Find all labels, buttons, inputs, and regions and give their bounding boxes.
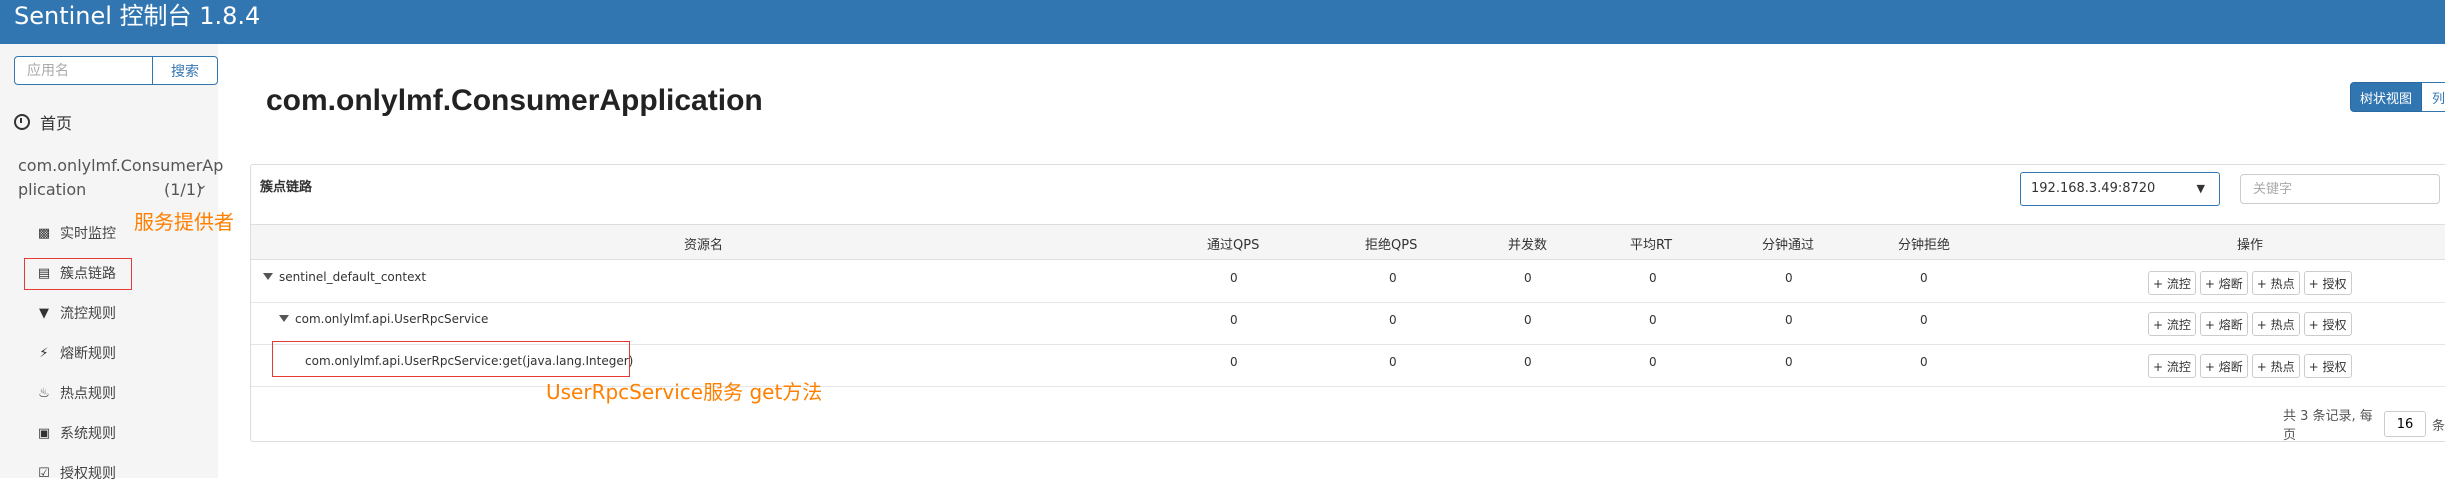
table-cell: 0 (1230, 271, 1238, 285)
bolt-icon: ⚡ (39, 345, 49, 361)
sidebar-item-home[interactable]: 首页 (14, 110, 72, 134)
chart-icon: ▩ (37, 225, 51, 241)
dashboard-icon (14, 114, 30, 130)
annotation-box-menu (24, 258, 132, 290)
table-cell: 0 (1524, 313, 1532, 327)
table-cell: 0 (1649, 355, 1657, 369)
table-cell: 0 (1230, 355, 1238, 369)
add-auth-rule-button[interactable]: + 授权 (2303, 354, 2352, 378)
table-cell: 0 (1524, 271, 1532, 285)
table-cell: 0 (1389, 271, 1397, 285)
sidebar-item-label: 授权规则 (60, 466, 116, 482)
table-cell: 0 (1230, 313, 1238, 327)
chevron-down-icon[interactable]: ⌄ (196, 177, 208, 193)
table-row-name: com.onlylmf.api.UserRpcService (279, 312, 488, 326)
list-view-button[interactable]: 列 (2422, 82, 2445, 112)
sidebar-item-label: 首页 (40, 114, 73, 133)
pager-suffix: 条 (2431, 418, 2445, 434)
column-header: 操作 (2237, 238, 2264, 253)
app-search: 搜索 (14, 56, 218, 85)
table-cell: 0 (1785, 271, 1793, 285)
page-title: com.onlylmf.ConsumerApplication (266, 84, 763, 117)
sidebar-item-label: 实时监控 (60, 226, 116, 242)
sidebar-item-realtime-monitor[interactable]: ▩ 实时监控 (34, 218, 116, 248)
lock-icon: ▣ (37, 425, 51, 441)
table-cell: 0 (1389, 355, 1397, 369)
add-hotspot-rule-button[interactable]: + 热点 (2251, 312, 2300, 336)
add-hotspot-rule-button[interactable]: + 热点 (2251, 271, 2300, 295)
caret-down-icon[interactable] (279, 315, 289, 322)
add-degrade-rule-button[interactable]: + 熔断 (2199, 354, 2248, 378)
check-icon: ☑ (38, 465, 50, 481)
machine-select[interactable]: 192.168.3.49:8720 ▼ (2020, 172, 2220, 206)
table-cell: 0 (1785, 313, 1793, 327)
table-cell: 0 (1920, 355, 1928, 369)
add-flow-rule-button[interactable]: + 流控 (2148, 354, 2196, 378)
add-degrade-rule-button[interactable]: + 熔断 (2199, 312, 2248, 336)
table-cell: 0 (1785, 355, 1793, 369)
annotation-box-method (272, 341, 630, 377)
table-cell: 0 (1920, 313, 1928, 327)
column-header: 拒绝QPS (1365, 238, 1418, 253)
filter-icon: ▼ (39, 305, 49, 321)
app-name[interactable]: com.onlylmf.ConsumerAp (18, 156, 223, 175)
app-title: Sentinel 控制台 1.8.4 (14, 2, 261, 30)
add-hotspot-rule-button[interactable]: + 热点 (2251, 354, 2300, 378)
column-header: 分钟拒绝 (1898, 238, 1951, 253)
sidebar-item-degrade-rules[interactable]: ⚡ 熔断规则 (34, 338, 116, 368)
row-ops: + 流控 + 熔断 + 热点 + 授权 (2148, 312, 2352, 336)
fire-icon: ♨ (38, 385, 50, 401)
table-header (251, 224, 2445, 260)
page-size-input[interactable] (2383, 411, 2426, 437)
caret-down-icon[interactable] (263, 273, 273, 280)
column-header: 通过QPS (1207, 238, 1260, 253)
sidebar-item-flow-rules[interactable]: ▼ 流控规则 (34, 298, 116, 328)
pagination: 共 3 条记录, 每页 条 (2283, 405, 2445, 443)
row-ops: + 流控 + 熔断 + 热点 + 授权 (2148, 271, 2352, 295)
add-degrade-rule-button[interactable]: + 熔断 (2199, 271, 2248, 295)
add-auth-rule-button[interactable]: + 授权 (2303, 312, 2352, 336)
row-ops: + 流控 + 熔断 + 热点 + 授权 (2148, 354, 2352, 378)
app-name-cont[interactable]: plication (18, 180, 86, 199)
sidebar-item-hotspot-rules[interactable]: ♨ 热点规则 (34, 378, 116, 408)
column-header: 并发数 (1508, 238, 1548, 253)
machine-select-value: 192.168.3.49:8720 (2031, 181, 2156, 196)
sidebar-item-auth-rules[interactable]: ☑ 授权规则 (34, 458, 116, 488)
annotation-provider: 服务提供者 (134, 210, 234, 234)
table-cell: 0 (1649, 271, 1657, 285)
pager-text: 共 3 条记录, 每页 (2283, 409, 2373, 443)
tree-view-button[interactable]: 树状视图 (2350, 82, 2422, 112)
table-row-name: sentinel_default_context (263, 270, 426, 284)
column-header: 平均RT (1630, 238, 1673, 253)
row-divider (251, 302, 2445, 303)
top-navbar: Sentinel 控制台 1.8.4 (0, 0, 2445, 44)
add-flow-rule-button[interactable]: + 流控 (2148, 312, 2196, 336)
app-search-input[interactable] (14, 56, 152, 85)
search-button[interactable]: 搜索 (152, 56, 218, 85)
sidebar-item-label: 熔断规则 (60, 346, 116, 362)
add-flow-rule-button[interactable]: + 流控 (2148, 271, 2196, 295)
keyword-search-input[interactable] (2240, 174, 2440, 204)
sidebar-item-label: 热点规则 (60, 386, 116, 402)
add-auth-rule-button[interactable]: + 授权 (2303, 271, 2352, 295)
annotation-method: UserRpcService服务 get方法 (546, 380, 823, 404)
sidebar-item-label: 系统规则 (60, 426, 116, 442)
table-cell: 0 (1649, 313, 1657, 327)
sidebar-item-system-rules[interactable]: ▣ 系统规则 (34, 418, 116, 448)
panel-title: 簇点链路 (260, 180, 313, 195)
column-header: 分钟通过 (1762, 238, 1815, 253)
caret-down-icon: ▼ (2196, 182, 2205, 195)
table-cell: 0 (1920, 271, 1928, 285)
table-cell: 0 (1389, 313, 1397, 327)
column-header: 资源名 (684, 238, 724, 253)
sidebar-item-label: 流控规则 (60, 306, 116, 322)
table-cell: 0 (1524, 355, 1532, 369)
